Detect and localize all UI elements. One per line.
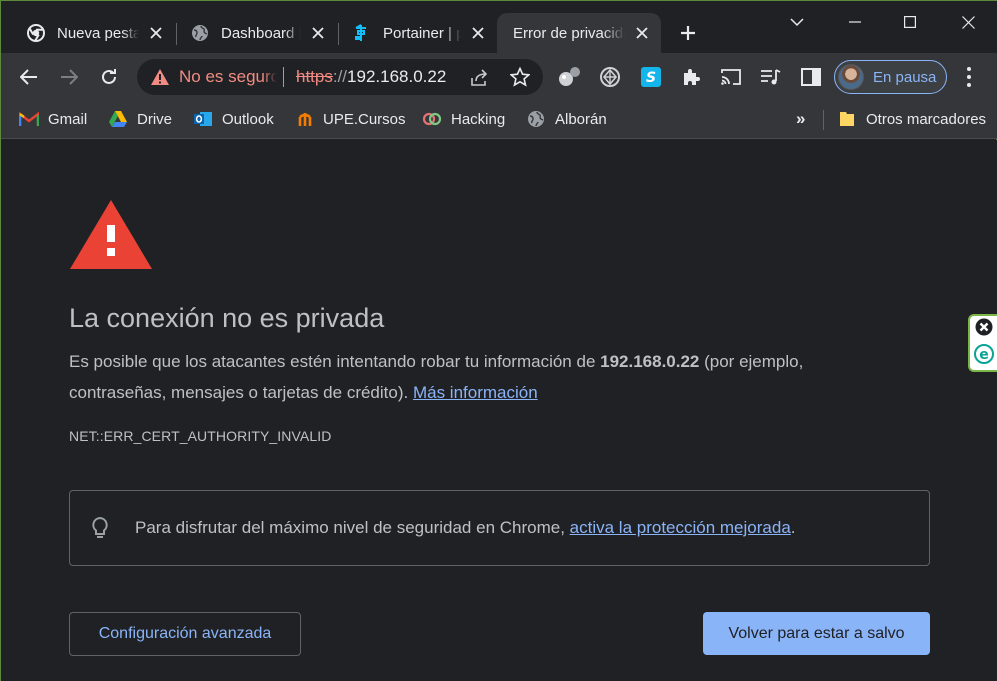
- side-extension-widget[interactable]: e: [968, 314, 997, 372]
- tab-new-tab[interactable]: Nueva pestaña: [9, 13, 175, 53]
- page-title: La conexión no es privada: [69, 303, 385, 333]
- cast-icon[interactable]: [719, 65, 743, 89]
- tab-title: Nueva pestaña: [57, 24, 139, 42]
- close-icon[interactable]: [633, 24, 651, 42]
- other-bookmarks-folder[interactable]: Otros marcadores: [837, 107, 986, 131]
- bookmark-label: Outlook: [222, 110, 274, 128]
- url-host: 192.168.0.22: [347, 67, 447, 86]
- description-text: Es posible que los atacantes estén inten…: [69, 352, 601, 371]
- address-bar[interactable]: No es seguro https://192.168.0.22: [137, 59, 543, 95]
- bookmark-label: Gmail: [48, 110, 88, 128]
- bookmark-label: Otros marcadores: [866, 110, 987, 128]
- extension-s-icon[interactable]: S: [639, 65, 663, 89]
- lightbulb-icon: [89, 515, 111, 541]
- share-icon[interactable]: [469, 67, 491, 89]
- avatar: [838, 64, 864, 90]
- side-panel-icon[interactable]: [799, 65, 823, 89]
- maximize-button[interactable]: [890, 7, 930, 37]
- globe-icon: [526, 109, 546, 129]
- close-icon[interactable]: [469, 24, 487, 42]
- tab-portainer[interactable]: Portainer | portainer: [335, 13, 497, 53]
- folder-icon: [837, 109, 857, 129]
- close-icon[interactable]: [147, 24, 165, 42]
- bookmark-upe-cursos[interactable]: UPE.Cursos: [298, 107, 406, 131]
- minimize-button[interactable]: [835, 7, 875, 37]
- profile-button[interactable]: En pausa: [834, 60, 947, 94]
- extension-e-icon[interactable]: e: [974, 343, 994, 369]
- gmail-icon: [19, 109, 39, 129]
- extension-shield-icon[interactable]: [598, 65, 622, 89]
- extensions-puzzle-icon[interactable]: [679, 65, 703, 89]
- bookmark-alboran[interactable]: Alborán: [526, 107, 607, 131]
- error-description: Es posible que los atacantes estén inten…: [69, 346, 889, 408]
- forward-button[interactable]: [55, 63, 83, 91]
- error-code[interactable]: NET::ERR_CERT_AUTHORITY_INVALID: [69, 428, 331, 444]
- tab-search-button[interactable]: [777, 7, 817, 37]
- back-button[interactable]: [15, 63, 43, 91]
- bookmark-label: Drive: [137, 110, 173, 128]
- omnibox-divider: [283, 67, 284, 87]
- bookmark-outlook[interactable]: Outlook: [193, 107, 274, 131]
- tab-title: Portainer | portainer: [383, 24, 461, 42]
- upe-icon: [298, 109, 316, 129]
- svg-text:e: e: [979, 347, 989, 363]
- bookmark-label: Alborán: [555, 110, 607, 128]
- bookmark-gmail[interactable]: Gmail: [19, 107, 87, 131]
- drive-icon: [108, 109, 128, 129]
- description-host: 192.168.0.22: [600, 352, 700, 371]
- tip-text: Para disfrutar del máximo nivel de segur…: [135, 518, 796, 538]
- bookmark-hacking[interactable]: Hacking: [422, 107, 505, 131]
- url-scheme: https: [296, 67, 333, 86]
- warning-icon[interactable]: [149, 66, 171, 88]
- tip-text-post: .: [790, 518, 796, 537]
- bookmarks-divider: [823, 110, 824, 130]
- tab-privacy-error[interactable]: Error de privacidad: [497, 13, 661, 53]
- tip-text-pre: Para disfrutar del máximo nivel de segur…: [135, 518, 570, 537]
- security-status[interactable]: No es seguro: [179, 67, 277, 87]
- tab-strip: Nueva pestaña Dashboard | Proxmox Portai…: [1, 1, 997, 53]
- bookmark-label: Hacking: [451, 110, 506, 128]
- bookmark-drive[interactable]: Drive: [108, 107, 172, 131]
- tab-title: Dashboard | Proxmox: [221, 24, 301, 42]
- outlook-icon: [193, 109, 213, 129]
- chrome-icon: [27, 24, 45, 42]
- interstitial-page: La conexión no es privada Es posible que…: [1, 140, 997, 681]
- reload-button[interactable]: [95, 63, 123, 91]
- close-window-button[interactable]: [948, 7, 988, 37]
- portainer-icon: [353, 24, 371, 42]
- warning-triangle-icon: [69, 198, 153, 270]
- close-circle-icon[interactable]: [975, 318, 993, 341]
- profile-status: En pausa: [873, 68, 937, 86]
- close-icon[interactable]: [309, 24, 327, 42]
- advanced-settings-button[interactable]: Configuración avanzada: [69, 612, 301, 656]
- back-to-safety-button[interactable]: Volver para estar a salvo: [703, 612, 930, 655]
- extension-spheres-icon[interactable]: [558, 65, 582, 89]
- enhanced-protection-tip: Para disfrutar del máximo nivel de segur…: [69, 490, 930, 566]
- more-menu-icon[interactable]: [959, 65, 979, 89]
- tab-title: Error de privacidad: [513, 24, 625, 42]
- toolbar: No es seguro https://192.168.0.22 S En p…: [1, 53, 997, 101]
- hacking-icon: [422, 109, 442, 129]
- bookmarks-bar: Gmail Drive Outlook UPE.Cursos Hacking A…: [1, 101, 997, 139]
- bookmark-label: UPE.Cursos: [323, 110, 406, 128]
- tab-dashboard[interactable]: Dashboard | Proxmox: [173, 13, 337, 53]
- new-tab-button[interactable]: [675, 20, 701, 46]
- media-control-icon[interactable]: [759, 65, 783, 89]
- bookmark-star-icon[interactable]: [509, 66, 531, 88]
- svg-text:S: S: [646, 70, 656, 86]
- enhanced-protection-link[interactable]: activa la protección mejorada: [570, 518, 791, 537]
- url-separator: ://: [332, 67, 348, 86]
- globe-icon: [191, 24, 209, 42]
- more-info-link[interactable]: Más información: [413, 383, 538, 402]
- bookmarks-overflow-button[interactable]: »: [796, 109, 805, 129]
